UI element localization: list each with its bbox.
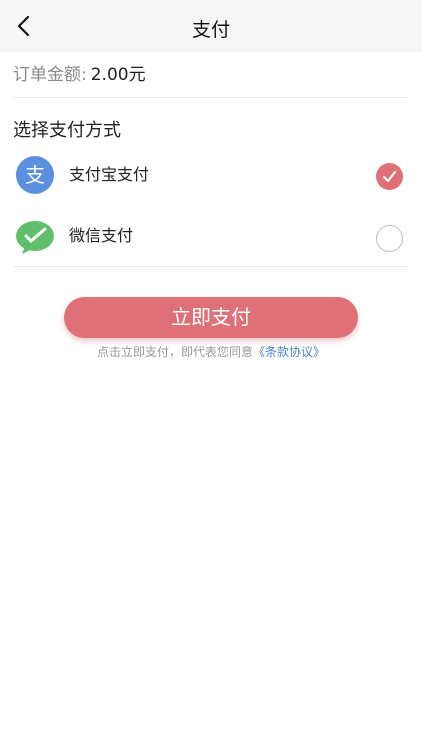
payment-option-wechat[interactable]: 微信支付 (0, 208, 422, 264)
nav-bar: 支付 (0, 0, 422, 52)
unselected-radio[interactable] (376, 225, 403, 252)
order-amount-value: 2.00元 (90, 65, 146, 85)
page-title: 支付 (191, 19, 230, 41)
payment-option-label: 微信支付 (69, 226, 134, 245)
checkmark-icon (383, 171, 396, 182)
svg-text:支: 支 (25, 163, 45, 187)
divider (13, 266, 409, 267)
wechat-pay-icon (16, 221, 54, 254)
order-amount-label: 订单金额: (13, 65, 87, 85)
payment-section-title: 选择支付方式 (13, 120, 121, 141)
payment-option-label: 支付宝支付 (69, 165, 150, 184)
selected-radio[interactable] (376, 163, 403, 190)
pay-now-button[interactable]: 立即支付 (64, 297, 358, 338)
alipay-icon: 支 (16, 156, 54, 194)
payment-option-alipay[interactable]: 支 支付宝支付 (0, 147, 422, 203)
terms-link[interactable]: 《条款协议》 (253, 345, 325, 359)
divider (13, 97, 409, 98)
order-amount-row: 订单金额: 2.00元 (13, 63, 146, 87)
agreement-text: 点击立即支付，即代表您同意 (96, 345, 253, 359)
agreement-notice: 点击立即支付，即代表您同意《条款协议》 (0, 343, 422, 361)
